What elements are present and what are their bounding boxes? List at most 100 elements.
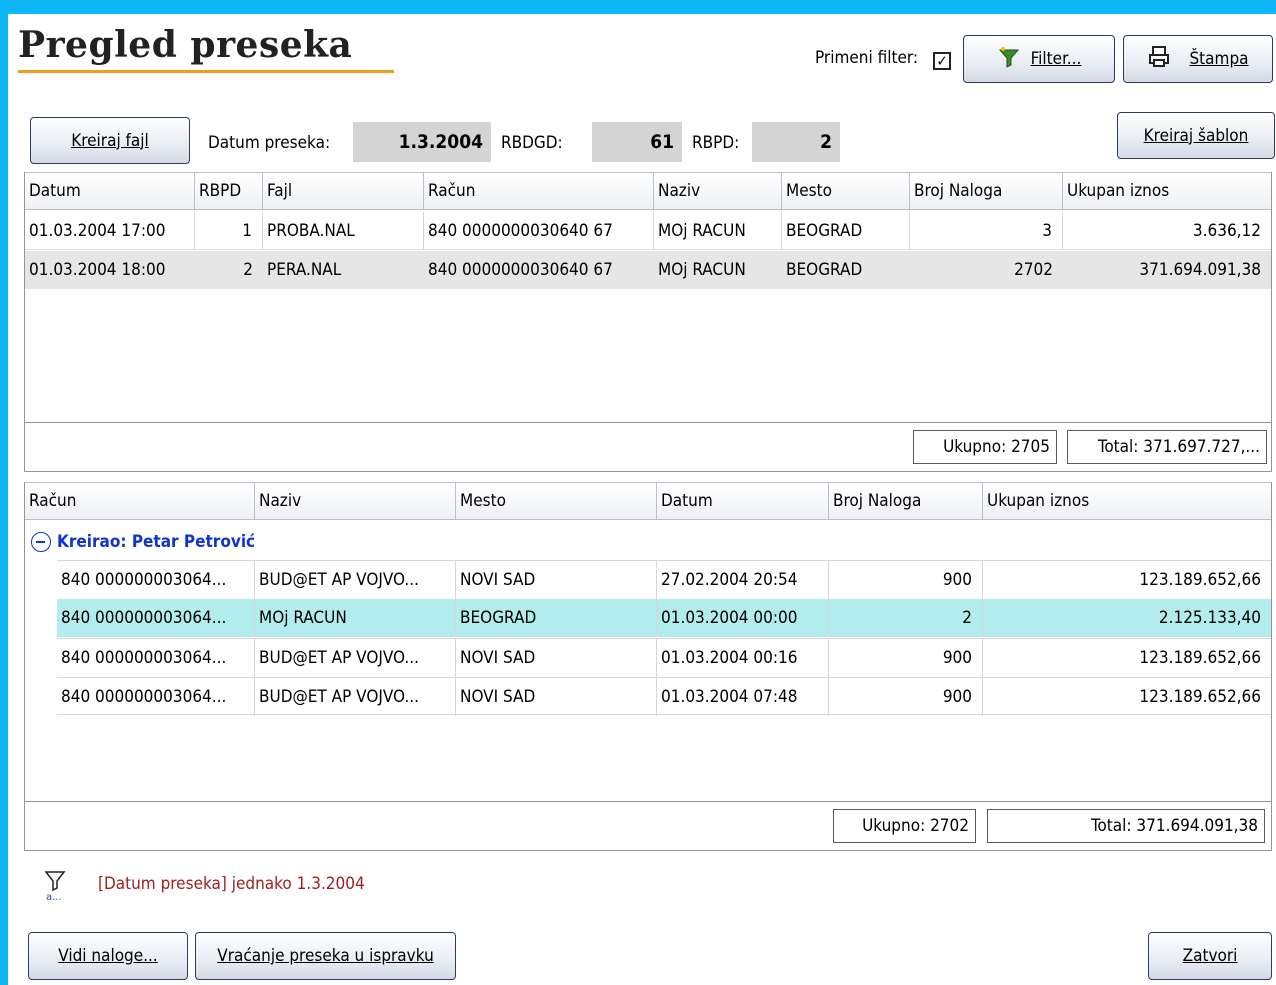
cell-mesto: NOVI SAD (456, 561, 657, 599)
cell-ukupan-iznos: 123.189.652,66 (1139, 687, 1261, 707)
col-header-mesto[interactable]: Mesto (782, 173, 910, 209)
table-row[interactable]: 840 000000003064... BUD@ET AP VOJVO... N… (57, 677, 1271, 716)
view-orders-button-label: Vidi naloge... (58, 946, 158, 966)
close-button-label: Zatvori (1182, 946, 1238, 966)
create-template-button[interactable]: Kreiraj šablon (1117, 112, 1275, 159)
title-underline (18, 70, 394, 73)
apply-filter-label: Primeni filter: (815, 48, 919, 68)
create-file-button[interactable]: Kreiraj fajl (30, 117, 190, 164)
cell-ukupan-iznos: 123.189.652,66 (1139, 648, 1261, 668)
cell-broj-naloga: 2702 (1014, 260, 1053, 280)
col-header-broj-naloga[interactable]: Broj Naloga (829, 483, 983, 519)
filter-status-text: [Datum preseka] jednako 1.3.2004 (98, 874, 365, 894)
table-row[interactable]: 840 000000003064... BUD@ET AP VOJVO... N… (57, 560, 1271, 599)
bottom-grid-header: Račun Naziv Mesto Datum Broj Naloga Ukup… (25, 482, 1271, 520)
cell-naziv: BUD@ET AP VOJVO... (255, 678, 456, 716)
cell-ukupan-iznos: 371.694.091,38 (1139, 260, 1261, 280)
page-title: Pregled preseka (18, 24, 353, 66)
col-header-datum[interactable]: Datum (657, 483, 829, 519)
create-template-button-label: Kreiraj šablon (1143, 125, 1249, 146)
cell-fajl: PROBA.NAL (263, 212, 424, 250)
cell-broj-naloga: 900 (829, 639, 983, 677)
cell-datum: 01.03.2004 00:16 (657, 639, 829, 677)
table-row-selected[interactable]: 840 000000003064... MOj RACUN BEOGRAD 01… (57, 599, 1271, 637)
top-grid-footer: Ukupno: 2705 Total: 371.697.727,... (24, 422, 1272, 472)
col-header-naziv[interactable]: Naziv (654, 173, 782, 209)
col-header-mesto[interactable]: Mesto (456, 483, 657, 519)
filter-funnel-icon (997, 45, 1021, 74)
cell-naziv: MOj RACUN (654, 212, 782, 250)
group-label: Kreirao: Petar Petrović (57, 532, 256, 552)
top-summary-total: Total: 371.697.727,... (1067, 430, 1267, 464)
print-button-label: Štampa (1189, 49, 1249, 69)
col-header-broj-naloga[interactable]: Broj Naloga (910, 173, 1063, 209)
cell-broj-naloga: 2 (829, 599, 983, 637)
bottom-summary-total: Total: 371.694.091,38 (987, 809, 1265, 843)
date-value-field: 1.3.2004 (353, 122, 491, 162)
cell-racun: 840 000000003064... (57, 599, 255, 637)
svg-text:a...: a... (46, 892, 62, 902)
cell-mesto: BEOGRAD (782, 212, 910, 250)
bottom-grid-footer: Ukupno: 2702 Total: 371.694.091,38 (24, 801, 1272, 851)
cell-racun: 840 0000000030640 67 (428, 260, 613, 280)
collapse-icon[interactable] (31, 532, 51, 552)
rbpd-label: RBPD: (692, 133, 740, 153)
cell-datum: 01.03.2004 17:00 (25, 212, 195, 250)
return-to-correction-button[interactable]: Vraćanje preseka u ispravku (195, 932, 456, 980)
cell-racun: 840 000000003064... (57, 639, 255, 677)
cell-ukupan-iznos: 123.189.652,66 (1139, 570, 1261, 590)
cell-datum: 01.03.2004 00:00 (657, 599, 829, 637)
cell-mesto: NOVI SAD (456, 678, 657, 716)
bottom-summary-count: Ukupno: 2702 (833, 809, 976, 843)
cell-fajl: PERA.NAL (267, 260, 342, 280)
cell-naziv: BUD@ET AP VOJVO... (255, 561, 456, 599)
cell-mesto: NOVI SAD (456, 639, 657, 677)
rbdgd-value-field: 61 (592, 122, 682, 162)
cell-naziv: MOj RACUN (255, 599, 456, 637)
table-row[interactable]: 01.03.2004 17:00 1 PROBA.NAL 840 0000000… (25, 212, 1271, 250)
filter-button-label: Filter... (1030, 49, 1082, 69)
print-button[interactable]: Štampa (1123, 35, 1273, 83)
cell-datum: 01.03.2004 07:48 (657, 678, 829, 716)
col-header-fajl[interactable]: Fajl (263, 173, 424, 209)
cell-naziv: MOj RACUN (658, 260, 746, 280)
date-label: Datum preseka: (208, 133, 331, 153)
group-header[interactable]: Kreirao: Petar Petrović (31, 529, 255, 555)
cell-ukupan-iznos: 3.636,12 (1192, 221, 1261, 241)
col-header-rbpd[interactable]: RBPD (195, 173, 263, 209)
window-frame-left (0, 0, 8, 985)
col-header-ukupan-iznos[interactable]: Ukupan iznos (1063, 173, 1271, 209)
cell-ukupan-iznos: 2.125.133,40 (1158, 608, 1261, 628)
cell-datum: 01.03.2004 18:00 (29, 260, 166, 280)
cell-mesto: BEOGRAD (786, 260, 863, 280)
cell-mesto: BEOGRAD (456, 599, 657, 637)
top-grid[interactable]: Datum RBPD Fajl Račun Naziv Mesto Broj N… (24, 172, 1272, 424)
cell-broj-naloga: 900 (829, 561, 983, 599)
cell-racun: 840 000000003064... (57, 678, 255, 716)
rbpd-value-field: 2 (752, 122, 840, 162)
col-header-datum[interactable]: Datum (25, 173, 195, 209)
cell-rbpd: 2 (243, 260, 253, 280)
top-grid-header: Datum RBPD Fajl Račun Naziv Mesto Broj N… (25, 172, 1271, 210)
top-summary-count: Ukupno: 2705 (913, 430, 1057, 464)
view-orders-button[interactable]: Vidi naloge... (28, 932, 188, 980)
table-row[interactable]: 01.03.2004 18:00 2 PERA.NAL 840 00000000… (25, 251, 1271, 289)
filter-button[interactable]: Filter... (963, 35, 1115, 83)
window-frame-top (0, 0, 1276, 14)
close-button[interactable]: Zatvori (1148, 932, 1272, 980)
bottom-grid[interactable]: Račun Naziv Mesto Datum Broj Naloga Ukup… (24, 482, 1272, 802)
apply-filter-checkbox[interactable]: ✓ (933, 52, 951, 70)
cell-rbpd: 1 (195, 212, 263, 250)
table-row[interactable]: 840 000000003064... BUD@ET AP VOJVO... N… (57, 638, 1271, 677)
col-header-ukupan-iznos[interactable]: Ukupan iznos (983, 483, 1271, 519)
create-file-button-label: Kreiraj fajl (71, 130, 149, 151)
cell-datum: 27.02.2004 20:54 (657, 561, 829, 599)
cell-naziv: BUD@ET AP VOJVO... (255, 639, 456, 677)
filter-icon[interactable]: a... (44, 870, 66, 903)
col-header-naziv[interactable]: Naziv (255, 483, 456, 519)
rbdgd-label: RBDGD: (501, 133, 563, 153)
printer-icon (1147, 45, 1171, 74)
col-header-racun[interactable]: Račun (424, 173, 654, 209)
cell-broj-naloga: 900 (829, 678, 983, 716)
col-header-racun[interactable]: Račun (25, 483, 255, 519)
